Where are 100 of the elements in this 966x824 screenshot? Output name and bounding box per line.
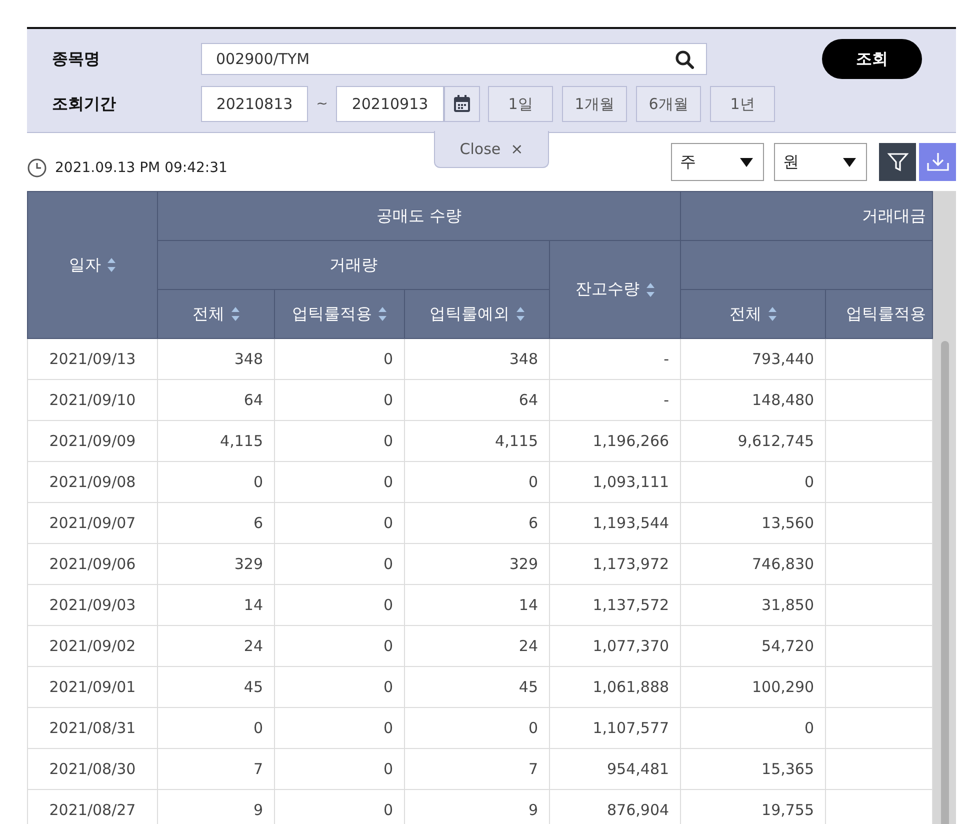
column-header: 업틱룰예외 xyxy=(430,304,510,324)
table-cell: 148,480 xyxy=(680,380,826,420)
table-cell: 0 xyxy=(274,626,404,666)
stock-field[interactable]: 002900/TYM xyxy=(201,43,707,75)
table-cell: 0 xyxy=(274,544,404,584)
column-header: 업틱룰적용 xyxy=(292,304,372,324)
sort-icon[interactable] xyxy=(107,257,116,273)
table-cell: 0 xyxy=(274,462,404,502)
range-button[interactable]: 1년 xyxy=(710,86,775,122)
table-cell: 1,196,266 xyxy=(550,420,681,462)
sort-icon[interactable] xyxy=(646,282,655,298)
table-cell: 2021/08/31 xyxy=(28,708,158,748)
table-cell: 4,115 xyxy=(404,420,550,462)
table-cell: 6 xyxy=(404,502,550,544)
table-cell: 1,137,572 xyxy=(550,584,681,626)
table-cell: 1,107,577 xyxy=(550,708,681,748)
table-cell: 0 xyxy=(680,708,826,748)
filter-icon xyxy=(886,151,908,173)
table-cell: - xyxy=(550,380,681,420)
table-cell: 2021/09/09 xyxy=(28,420,158,462)
table-cell: 2021/09/08 xyxy=(28,462,158,502)
search-button[interactable]: 조회 xyxy=(822,39,922,79)
table-cell: 1,093,111 xyxy=(550,462,681,502)
table-cell: 1,061,888 xyxy=(550,666,681,708)
unit-select[interactable]: 주 xyxy=(671,143,764,181)
calendar-button[interactable] xyxy=(444,86,480,122)
unit-select[interactable]: 원 xyxy=(774,143,867,181)
table-cell: 0 xyxy=(274,338,404,380)
table-cell: 2021/08/27 xyxy=(28,790,158,824)
table-cell: 14 xyxy=(404,584,550,626)
dropdown-arrow-icon xyxy=(843,158,856,166)
field-label: 종목명 xyxy=(52,48,101,70)
table-cell: 2021/09/03 xyxy=(28,584,158,626)
column-header: 잔고수량 xyxy=(576,279,640,300)
table-cell: 2021/08/30 xyxy=(28,748,158,790)
table-cell: 4,115 xyxy=(158,420,274,462)
field-label: 조회기간 xyxy=(52,94,117,114)
table-cell: 6 xyxy=(158,502,274,544)
date-field[interactable]: 20210813 xyxy=(201,86,308,122)
group-header: 거래대금 xyxy=(862,206,926,224)
filter-button[interactable] xyxy=(879,143,916,181)
table-cell: 100,290 xyxy=(680,666,826,708)
table-cell: 0 xyxy=(404,462,550,502)
table-cell: 2021/09/02 xyxy=(28,626,158,666)
table-cell: 24 xyxy=(404,626,550,666)
clock-icon xyxy=(27,158,47,178)
date-field[interactable]: 20210913 xyxy=(336,86,444,122)
table-cell: 0 xyxy=(274,380,404,420)
table-cell: 7 xyxy=(158,748,274,790)
table-cell: 0 xyxy=(274,708,404,748)
table-cell: 1,173,972 xyxy=(550,544,681,584)
search-icon[interactable] xyxy=(675,50,694,68)
group-header: 공매도 수량 xyxy=(376,206,462,224)
sort-icon[interactable] xyxy=(516,306,524,322)
range-button[interactable]: 1개월 xyxy=(562,86,627,122)
close-tab[interactable]: Close × xyxy=(434,131,549,168)
table-cell: 54,720 xyxy=(680,626,826,666)
table-cell: 64 xyxy=(158,380,274,420)
table-cell: 0 xyxy=(274,666,404,708)
table-cell: 2021/09/01 xyxy=(28,666,158,708)
table-cell: 24 xyxy=(158,626,274,666)
table-cell: 348 xyxy=(158,338,274,380)
sort-icon[interactable] xyxy=(230,306,240,322)
sort-icon[interactable] xyxy=(378,306,387,322)
scrollbar[interactable] xyxy=(933,191,956,824)
column-header: 전체 xyxy=(192,304,224,324)
table-cell: 793,440 xyxy=(680,338,826,380)
table-cell: 1,077,370 xyxy=(550,626,681,666)
calendar-icon xyxy=(452,94,472,114)
range-button[interactable]: 6개월 xyxy=(636,86,701,122)
table-cell: 7 xyxy=(404,748,550,790)
group-header: 거래량 xyxy=(330,254,378,274)
table-cell: 2021/09/10 xyxy=(28,380,158,420)
table-cell: 0 xyxy=(274,584,404,626)
table-cell: 0 xyxy=(274,420,404,462)
table-cell: 329 xyxy=(404,544,550,584)
timestamp: 2021.09.13 PM 09:42:31 xyxy=(55,159,228,176)
table-cell: 45 xyxy=(158,666,274,708)
table-cell: 0 xyxy=(274,748,404,790)
table-cell: 954,481 xyxy=(550,748,681,790)
table-cell: 2021/09/13 xyxy=(28,338,158,380)
column-header: 일자 xyxy=(69,254,101,276)
download-icon xyxy=(926,151,950,173)
table-cell: 0 xyxy=(274,502,404,544)
table-cell: - xyxy=(550,338,681,380)
table-cell: 9,612,745 xyxy=(680,420,826,462)
table-cell: 329 xyxy=(158,544,274,584)
table-cell: 348 xyxy=(404,338,550,380)
table-cell: 13,560 xyxy=(680,502,826,544)
table-cell: 2021/09/07 xyxy=(28,502,158,544)
table-cell: 0 xyxy=(158,708,274,748)
dropdown-arrow-icon xyxy=(740,158,753,166)
column-header: 업틱룰적용 xyxy=(846,304,926,324)
range-button[interactable]: 1일 xyxy=(488,86,553,122)
table-cell: 31,850 xyxy=(680,584,826,626)
table-cell: 2021/09/06 xyxy=(28,544,158,584)
table-cell: 1,193,544 xyxy=(550,502,681,544)
table-cell: 0 xyxy=(680,462,826,502)
range-separator: ~ xyxy=(315,96,329,112)
sort-icon[interactable] xyxy=(768,306,777,322)
